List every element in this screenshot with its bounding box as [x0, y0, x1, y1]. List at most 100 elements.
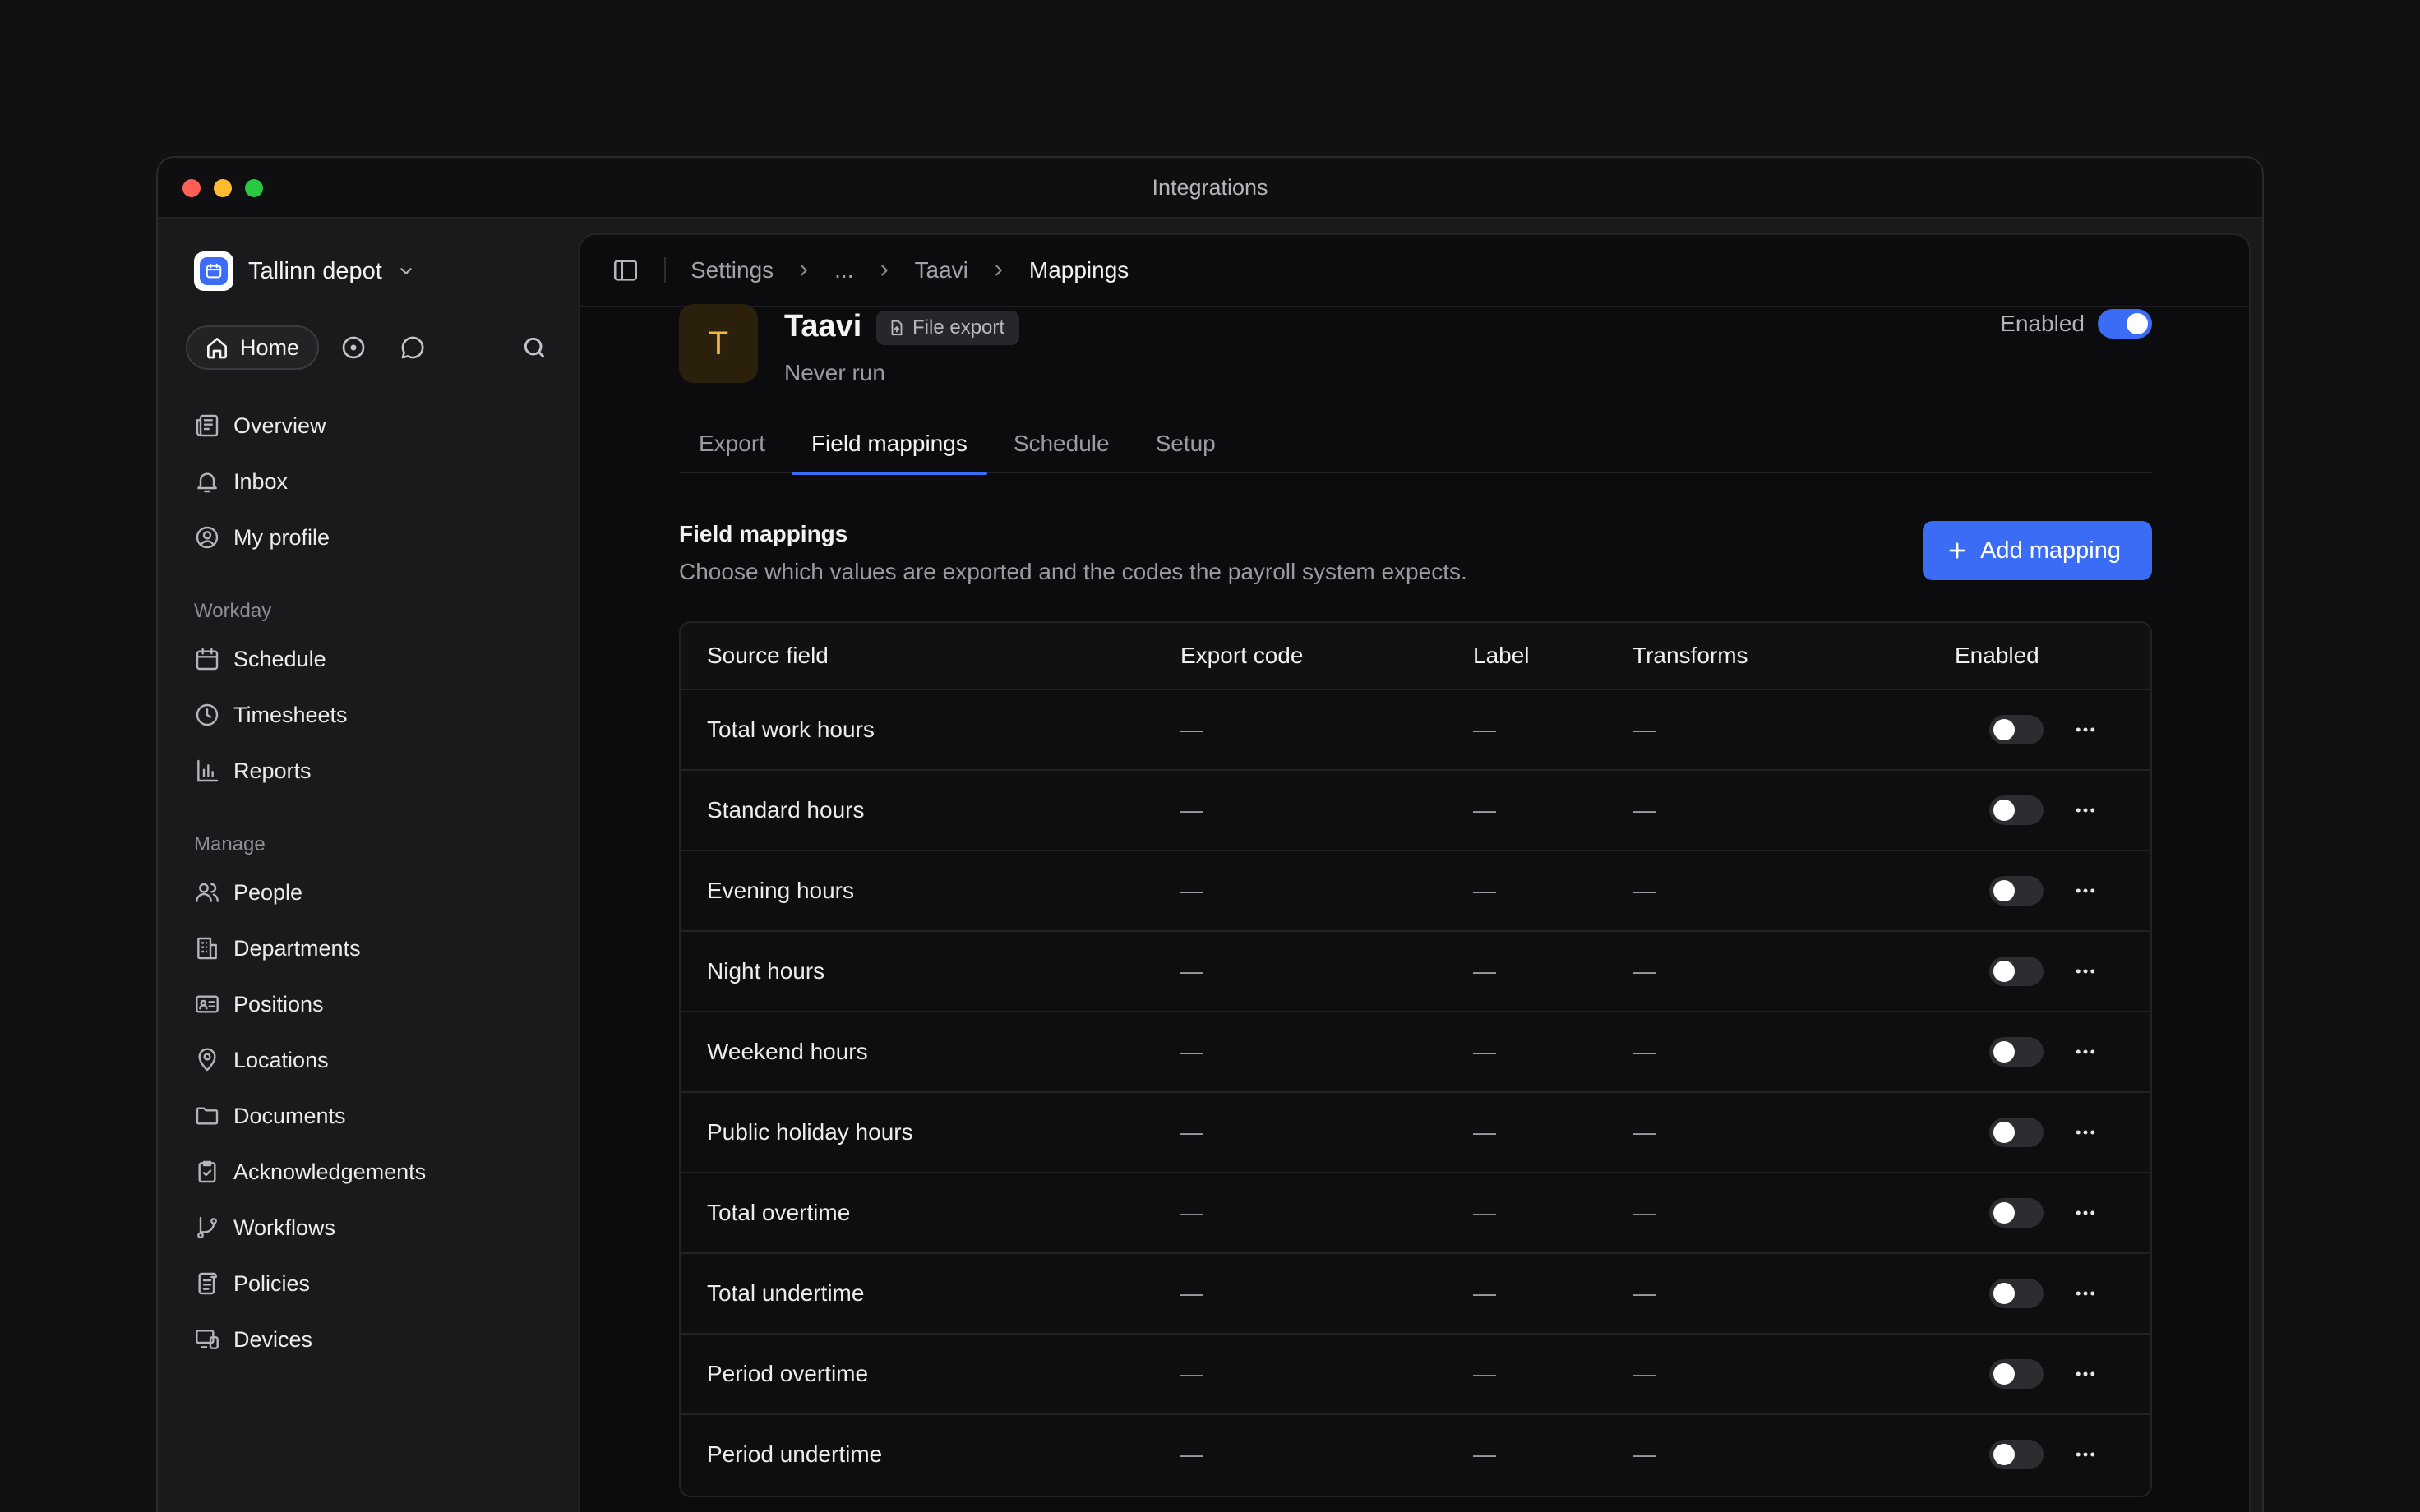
sidebar-item-devices[interactable]: Devices [194, 1311, 556, 1367]
sidebar-item-policies[interactable]: Policies [194, 1256, 556, 1311]
scroll-icon [198, 1272, 217, 1295]
tab-export[interactable]: Export [679, 414, 785, 473]
table-body: Total work hours — — — Standard hours — — — Even… [681, 690, 2150, 1496]
window-controls [182, 179, 263, 197]
mapping-enabled-toggle[interactable] [1989, 1279, 2044, 1308]
row-actions-button[interactable] [2073, 771, 2098, 850]
breadcrumb-taavi[interactable]: Taavi [915, 257, 968, 284]
integration-enabled-toggle[interactable] [2098, 309, 2152, 339]
sidebar-item-locations[interactable]: Locations [194, 1032, 556, 1088]
topbar-divider [664, 257, 666, 284]
mapping-enabled-toggle[interactable] [1989, 1037, 2044, 1067]
sidebar-item-label: Policies [233, 1270, 311, 1296]
sidebar-item-label: Departments [233, 935, 361, 961]
chat-icon[interactable] [399, 334, 426, 361]
tab-schedule[interactable]: Schedule [994, 414, 1129, 473]
workspace-name: Tallinn depot [248, 257, 382, 284]
mapping-enabled-toggle[interactable] [1989, 795, 2044, 825]
cell-label: — [1473, 797, 1496, 823]
breadcrumb-ellipsis[interactable]: ... [834, 257, 853, 284]
cell-export-code: — [1180, 1200, 1203, 1225]
cell-transforms: — [1633, 1200, 1656, 1225]
row-actions-button[interactable] [2073, 1012, 2098, 1091]
row-actions-button[interactable] [2073, 1173, 2098, 1252]
sidebar-item-people[interactable]: People [194, 864, 556, 920]
activity-icon[interactable] [340, 334, 367, 361]
add-mapping-button[interactable]: Add mapping [1923, 521, 2152, 580]
breadcrumb-settings[interactable]: Settings [690, 257, 774, 284]
sidebar-item-documents[interactable]: Documents [194, 1088, 556, 1144]
cell-transforms: — [1633, 1441, 1656, 1467]
sidebar-item-departments[interactable]: Departments [194, 920, 556, 976]
cell-enabled [1989, 1093, 2044, 1172]
mapping-enabled-toggle[interactable] [1989, 1440, 2044, 1469]
cell-source-field: Total overtime [707, 1200, 851, 1225]
search-icon[interactable] [521, 334, 547, 361]
row-actions-button[interactable] [2073, 932, 2098, 1011]
table-row: Evening hours — — — [681, 851, 2150, 932]
row-actions-button[interactable] [2073, 1335, 2098, 1413]
cell-enabled [1989, 690, 2044, 769]
mapping-enabled-toggle[interactable] [1989, 876, 2044, 906]
title-bar: Integrations [158, 158, 2262, 219]
mapping-enabled-toggle[interactable] [1989, 957, 2044, 986]
table-row: Total work hours — — — [681, 690, 2150, 771]
minimize-window-button[interactable] [214, 179, 232, 197]
cell-transforms: — [1633, 717, 1656, 742]
maximize-window-button[interactable] [245, 179, 263, 197]
sidebar-item-timesheets[interactable]: Timesheets [194, 687, 556, 743]
field-mappings-table: Source field Export code Label Transform… [679, 621, 2152, 1497]
sidebar: Tallinn depot Home Overview Inbox My pro… [158, 219, 579, 1512]
cell-export-code: — [1180, 958, 1203, 984]
sidebar-item-acknowledgements[interactable]: Acknowledgements [194, 1144, 556, 1200]
sidebar-item-label: Workflows [233, 1215, 336, 1240]
mapping-enabled-toggle[interactable] [1989, 715, 2044, 744]
field-mappings-header: Field mappings Choose which values are e… [679, 521, 2152, 585]
sidebar-item-label: People [233, 879, 303, 905]
workspace-logo [194, 251, 233, 291]
sidebar-item-reports[interactable]: Reports [194, 743, 556, 799]
sidebar-item-inbox[interactable]: Inbox [194, 454, 556, 509]
cell-export-code: — [1180, 717, 1203, 742]
row-actions-button[interactable] [2073, 690, 2098, 769]
home-button[interactable]: Home [186, 325, 320, 370]
workspace-switcher[interactable]: Tallinn depot [194, 251, 415, 291]
sidebar-item-workflows[interactable]: Workflows [194, 1200, 556, 1256]
chevron-right-icon [880, 265, 888, 276]
users-icon [196, 883, 219, 902]
app-window: Integrations Tallinn depot Home Overview… [156, 156, 2264, 1512]
cell-source-field: Night hours [707, 958, 825, 984]
more-horizontal-icon [2076, 727, 2095, 732]
cell-export-code: — [1180, 878, 1203, 903]
integration-status: Never run [784, 360, 885, 385]
sidebar-item-label: My profile [233, 524, 330, 550]
sidebar-item-label: Reports [233, 758, 312, 783]
tab-setup[interactable]: Setup [1136, 414, 1235, 473]
row-actions-button[interactable] [2073, 1254, 2098, 1333]
more-horizontal-icon [2076, 1291, 2095, 1296]
mapping-enabled-toggle[interactable] [1989, 1198, 2044, 1228]
sidebar-item-overview[interactable]: Overview [194, 398, 556, 454]
mapping-enabled-toggle[interactable] [1989, 1118, 2044, 1147]
sidebar-item-my-profile[interactable]: My profile [194, 509, 556, 565]
sidebar-item-positions[interactable]: Positions [194, 976, 556, 1032]
row-actions-button[interactable] [2073, 851, 2098, 930]
mapping-enabled-toggle[interactable] [1989, 1359, 2044, 1389]
sidebar-item-schedule[interactable]: Schedule [194, 631, 556, 687]
main-panel: Settings ... Taavi Mappings T Taavi File… [579, 233, 2251, 1512]
cell-enabled [1989, 1254, 2044, 1333]
tab-field-mappings[interactable]: Field mappings [791, 414, 987, 475]
sidebar-item-label: Schedule [233, 646, 326, 671]
more-horizontal-icon [2076, 1130, 2095, 1135]
cell-label: — [1473, 1119, 1496, 1145]
cell-source-field: Period overtime [707, 1361, 869, 1386]
table-row: Total undertime — — — [681, 1254, 2150, 1335]
row-actions-button[interactable] [2073, 1415, 2098, 1494]
close-window-button[interactable] [182, 179, 201, 197]
sidebar-item-label: Devices [233, 1326, 313, 1352]
cell-enabled [1989, 932, 2044, 1011]
more-horizontal-icon [2076, 1210, 2095, 1215]
more-horizontal-icon [2076, 1049, 2095, 1054]
row-actions-button[interactable] [2073, 1093, 2098, 1172]
sidebar-toggle-icon[interactable] [612, 256, 640, 284]
